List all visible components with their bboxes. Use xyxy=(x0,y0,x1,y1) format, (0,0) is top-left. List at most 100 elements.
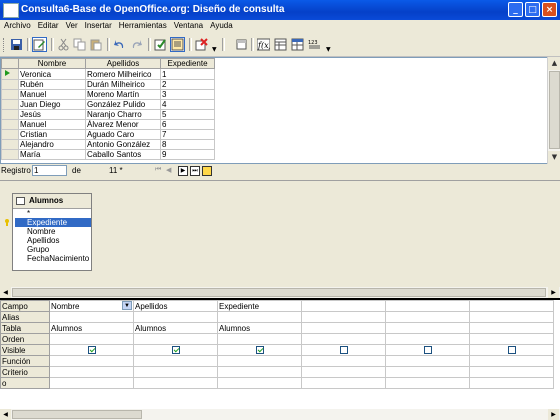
orden-cell[interactable] xyxy=(133,333,218,345)
menu-insertar[interactable]: Insertar xyxy=(81,20,115,30)
criteria-grid[interactable]: Campo Nombre ▼ Apellidos Expediente Alias… xyxy=(0,298,560,410)
scroll-left-icon[interactable]: ◀ xyxy=(0,287,11,298)
visible-checkbox[interactable] xyxy=(171,346,180,355)
last-record-icon[interactable]: ⏭ xyxy=(190,166,200,176)
cell-nombre[interactable]: María xyxy=(18,149,86,160)
visible-checkbox[interactable] xyxy=(339,346,348,355)
cell-apellidos[interactable]: Antonio González xyxy=(85,139,161,150)
cell-nombre[interactable]: Cristian xyxy=(18,129,86,140)
run-query-icon[interactable] xyxy=(153,37,168,52)
column-header-nombre[interactable]: Nombre xyxy=(18,58,86,69)
criterio-cell[interactable] xyxy=(133,366,218,378)
functions-icon[interactable]: f(x) xyxy=(256,37,271,52)
criterio-cell[interactable] xyxy=(469,366,554,378)
cell-expediente[interactable]: 4 xyxy=(160,99,215,110)
alias-cell[interactable] xyxy=(301,311,386,323)
scroll-thumb[interactable] xyxy=(12,410,142,419)
scroll-thumb[interactable] xyxy=(549,71,560,149)
tabla-cell[interactable]: Alumnos xyxy=(49,322,134,334)
table-row[interactable]: Veronica Romero Milheirico 1 xyxy=(1,68,215,80)
grid-vertical-scrollbar[interactable]: ▲ ▼ xyxy=(547,57,560,164)
funcion-cell[interactable] xyxy=(301,355,386,367)
cell-nombre[interactable]: Juan Diego xyxy=(18,99,86,110)
funcion-cell[interactable] xyxy=(133,355,218,367)
next-record-icon[interactable]: ▶ xyxy=(178,166,188,176)
cell-expediente[interactable]: 3 xyxy=(160,89,215,100)
cell-nombre[interactable]: Manuel xyxy=(18,89,86,100)
cell-apellidos[interactable]: Moreno Martín xyxy=(85,89,161,100)
campo-cell[interactable] xyxy=(469,300,554,312)
cell-apellidos[interactable]: Caballo Santos xyxy=(85,149,161,160)
table-row[interactable]: Rubén Durán Milheirico 2 xyxy=(1,79,215,90)
distinct-values-icon[interactable]: 123 xyxy=(307,37,322,52)
new-record-icon[interactable] xyxy=(202,166,212,176)
row-header[interactable] xyxy=(1,149,19,160)
cell-expediente[interactable]: 9 xyxy=(160,149,215,160)
criterio-cell[interactable] xyxy=(217,366,302,378)
cut-icon[interactable] xyxy=(56,37,71,52)
o-cell[interactable] xyxy=(385,377,470,389)
orden-cell[interactable] xyxy=(301,333,386,345)
result-grid[interactable]: Nombre Apellidos Expediente Veronica Rom… xyxy=(0,57,560,164)
orden-cell[interactable] xyxy=(385,333,470,345)
alias-cell[interactable] xyxy=(217,311,302,323)
funcion-cell[interactable] xyxy=(469,355,554,367)
field-item[interactable]: Grupo xyxy=(13,245,91,254)
funcion-cell[interactable] xyxy=(217,355,302,367)
redo-icon[interactable] xyxy=(129,37,144,52)
menu-editar[interactable]: Editar xyxy=(34,20,62,30)
table-row[interactable]: Cristian Aguado Caro 7 xyxy=(1,129,215,140)
cell-apellidos[interactable]: Durán Milheirico xyxy=(85,79,161,90)
campo-dropdown-icon[interactable]: ▼ xyxy=(122,301,132,310)
menu-ver[interactable]: Ver xyxy=(62,20,81,30)
cell-expediente[interactable]: 2 xyxy=(160,79,215,90)
cell-expediente[interactable]: 8 xyxy=(160,139,215,150)
menu-herramientas[interactable]: Herramientas xyxy=(115,20,170,30)
tabla-cell[interactable]: Alumnos xyxy=(133,322,218,334)
tabla-cell[interactable] xyxy=(469,322,554,334)
current-row-indicator-icon[interactable] xyxy=(1,68,19,80)
menu-archivo[interactable]: Archivo xyxy=(0,20,34,30)
first-record-icon[interactable]: ⏮ xyxy=(155,166,165,176)
table-name-icon[interactable] xyxy=(273,37,288,52)
table-row[interactable]: Jesús Naranjo Charro 5 xyxy=(1,109,215,120)
campo-cell[interactable]: Apellidos xyxy=(133,300,218,312)
menu-ventana[interactable]: Ventana xyxy=(170,20,206,30)
campo-cell[interactable]: Nombre ▼ xyxy=(49,300,134,312)
save-icon[interactable] xyxy=(9,37,24,52)
cell-apellidos[interactable]: Naranjo Charro xyxy=(85,109,161,120)
cell-expediente[interactable]: 6 xyxy=(160,119,215,130)
close-button[interactable]: × xyxy=(542,2,557,17)
tabla-cell[interactable] xyxy=(385,322,470,334)
add-table-icon[interactable] xyxy=(234,37,249,52)
paste-icon[interactable] xyxy=(88,37,103,52)
criterio-cell[interactable] xyxy=(301,366,386,378)
row-header[interactable] xyxy=(1,109,19,120)
criterio-cell[interactable] xyxy=(385,366,470,378)
sql-view-icon[interactable] xyxy=(170,37,185,52)
orden-cell[interactable] xyxy=(217,333,302,345)
cell-expediente[interactable]: 7 xyxy=(160,129,215,140)
o-cell[interactable] xyxy=(217,377,302,389)
campo-cell[interactable] xyxy=(385,300,470,312)
scroll-right-icon[interactable]: ▶ xyxy=(548,287,559,298)
row-header[interactable] xyxy=(1,99,19,110)
orden-cell[interactable] xyxy=(49,333,134,345)
table-window-title-bar[interactable]: Alumnos xyxy=(13,194,91,209)
criteria-horizontal-scrollbar[interactable]: ◀ ▶ xyxy=(0,409,560,420)
cell-nombre[interactable]: Rubén xyxy=(18,79,86,90)
cell-nombre[interactable]: Jesús xyxy=(18,109,86,120)
table-window-alumnos[interactable]: Alumnos * Expediente Nombre Apellidos Gr… xyxy=(5,193,92,271)
alias-cell[interactable] xyxy=(469,311,554,323)
row-header[interactable] xyxy=(1,79,19,90)
limit-dropdown-icon[interactable]: ▼ xyxy=(326,46,331,53)
field-item[interactable]: Apellidos xyxy=(13,236,91,245)
o-cell[interactable] xyxy=(469,377,554,389)
o-cell[interactable] xyxy=(301,377,386,389)
edit-icon[interactable] xyxy=(32,37,47,52)
cell-apellidos[interactable]: Romero Milheirico xyxy=(85,68,161,80)
cell-expediente[interactable]: 1 xyxy=(160,68,215,80)
maximize-button[interactable]: □ xyxy=(525,2,540,17)
campo-cell[interactable]: Expediente xyxy=(217,300,302,312)
funcion-cell[interactable] xyxy=(49,355,134,367)
